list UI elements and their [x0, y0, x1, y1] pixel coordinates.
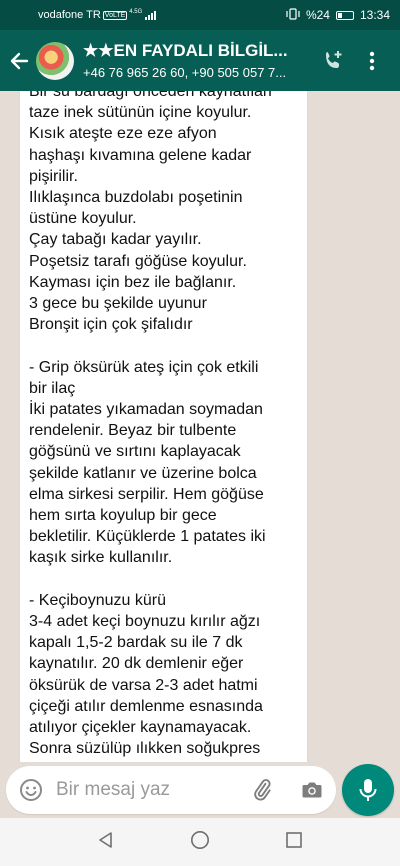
- message-line: Kayması için bez ile bağlanır.: [29, 273, 237, 291]
- message-line: haşhaşı kıvamına gelene kadar: [29, 146, 252, 164]
- message-input[interactable]: Bir mesaj yaz: [6, 766, 336, 814]
- status-bar: vodafone TR VoLTE 4.5G %24 13:34: [0, 0, 400, 30]
- more-vert-icon[interactable]: [357, 41, 387, 81]
- paperclip-icon[interactable]: [250, 778, 274, 802]
- back-arrow-icon[interactable]: [2, 30, 36, 91]
- network-type: 4.5G: [129, 9, 143, 15]
- message-line: bekletilir. Küçüklerde 1 patates iki: [29, 528, 266, 546]
- message-line: elma sirkesi serpilir. Hem göğüse: [29, 485, 264, 503]
- volte-badge: VoLTE: [102, 10, 128, 20]
- battery-icon: [335, 10, 354, 20]
- message-line: bir ilaç: [29, 379, 76, 397]
- message-line: kapalı 1,5-2 bardak su ile 7 dk: [29, 634, 243, 652]
- message-line: şekilde katlanır ve üzerine bolca: [29, 464, 257, 482]
- message-line: taze inek sütünün içine koyulur.: [29, 104, 252, 122]
- nav-back-icon[interactable]: [97, 831, 115, 854]
- chat-participants: +46 76 965 26 60, +90 505 057 7...: [83, 65, 287, 80]
- composer: Bir mesaj yaz: [0, 762, 400, 818]
- message-input-placeholder: Bir mesaj yaz: [56, 779, 171, 800]
- message-line: - Grip öksürük ateş için çok etkili: [29, 358, 259, 376]
- message-line: öksürük de varsa 2-3 adet hatmi: [29, 676, 258, 694]
- message-line: Bronşit için çok şifalıdır: [29, 316, 193, 334]
- chat-header: ★★EN FAYDALI BİLGİL... +46 76 965 26 60,…: [0, 30, 400, 91]
- message-line: İki patates yıkamadan soymadan: [29, 401, 263, 419]
- message-line: 3 gece bu şekilde uyunur: [29, 295, 207, 313]
- message-line: üstüne koyulur.: [29, 210, 137, 228]
- message-line: Bir su bardağı önceden kaynatılan: [29, 91, 272, 100]
- nav-recents-icon[interactable]: [285, 831, 303, 854]
- chat-title-area[interactable]: ★★EN FAYDALI BİLGİL... +46 76 965 26 60,…: [83, 41, 301, 80]
- camera-icon[interactable]: [300, 778, 324, 802]
- message-line: Kısık ateşte eze eze afyon: [29, 125, 217, 143]
- message-line: hem sırta koyulup bir gece: [29, 507, 217, 525]
- battery-percent: %24: [305, 8, 330, 22]
- message-line: - Keçiboynuzu kürü: [29, 591, 166, 609]
- message-line: [29, 335, 298, 356]
- carrier-name: vodafone TR: [38, 9, 101, 21]
- emoji-icon[interactable]: [8, 766, 54, 814]
- message-line: göğsünü ve sırtını kaplayacak: [29, 443, 241, 461]
- message-line: 3-4 adet keçi boynuzu kırılır ağzı: [29, 613, 261, 631]
- vibrate-icon: [286, 7, 300, 23]
- message-line: Çay tabağı kadar yayılır.: [29, 231, 202, 249]
- message-line: Sonra süzülüp ılıkken soğukpres: [29, 740, 261, 758]
- mic-icon[interactable]: [342, 764, 394, 816]
- signal-icon: [145, 10, 157, 20]
- message-line: Poşetsiz tarafı göğüse koyulur.: [29, 252, 247, 270]
- chat-area[interactable]: Bir su bardağı önceden kaynatılan taze in…: [0, 91, 400, 762]
- message-line: rendelenir. Beyaz bir tulbente: [29, 422, 237, 440]
- message-line: pişirilir.: [29, 167, 78, 185]
- message-line: kaşık sirke kullanılır.: [29, 549, 173, 567]
- nav-home-icon[interactable]: [190, 830, 210, 855]
- message-text: Bir su bardağı önceden kaynatılan taze in…: [29, 91, 298, 762]
- group-avatar[interactable]: [36, 41, 74, 80]
- message-line: çiçeği atılır demlenme esnasında: [29, 697, 263, 715]
- system-nav-bar: [0, 818, 400, 866]
- message-bubble[interactable]: Bir su bardağı önceden kaynatılan taze in…: [20, 91, 307, 762]
- chat-title: ★★EN FAYDALI BİLGİL...: [83, 41, 288, 60]
- message-line: kaynatılır. 20 dk demlenir eğer: [29, 655, 244, 673]
- message-line: atılıyor çiçekler kaynamayacak.: [29, 719, 252, 737]
- add-call-icon[interactable]: [319, 47, 347, 75]
- message-line: [29, 569, 298, 590]
- clock: 13:34: [359, 8, 390, 22]
- message-line: Ilıklaşınca buzdolabı poşetinin: [29, 189, 243, 207]
